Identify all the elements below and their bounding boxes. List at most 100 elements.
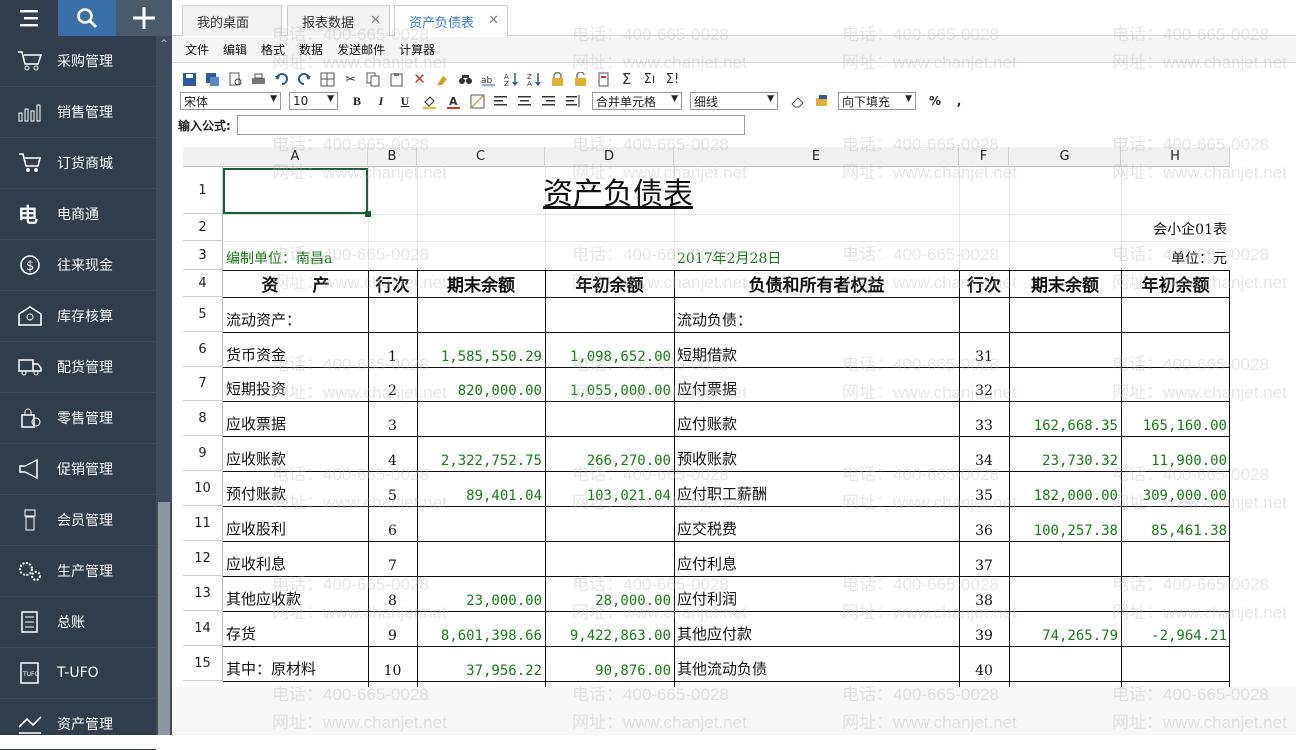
sidebar-item-12[interactable]: TUFO T-UFO [0,648,156,699]
row-header-13[interactable]: 13 [183,576,223,611]
table-cell[interactable]: 2 [368,367,417,401]
sort-ascending-icon[interactable]: AZ [502,70,521,89]
table-cell[interactable]: 37 [959,541,1009,576]
row-header-11[interactable]: 11 [183,506,223,541]
sidebar-item-6[interactable]: 配货管理 [0,342,156,393]
sidebar-item-8[interactable]: 促销管理 [0,444,156,495]
menu-calculator[interactable]: 计算器 [399,41,435,58]
table-cell[interactable]: 1,055,000.00 [545,367,674,401]
table-cell[interactable]: 流动负债： [674,297,959,332]
eraser-icon[interactable] [786,92,808,111]
underline-button[interactable]: U [394,92,416,111]
table-cell[interactable] [1121,541,1230,576]
format-painter-icon[interactable] [810,92,832,111]
scrollbar-thumb[interactable] [158,502,170,735]
table-cell[interactable]: 应收账款 [223,436,368,471]
sidebar-item-3[interactable]: 电 电商通 [0,189,156,240]
print-icon[interactable] [249,70,268,89]
sidebar-item-10[interactable]: 生产管理 [0,546,156,597]
table-cell[interactable]: 其中：原材料 [223,646,368,681]
align-right-icon[interactable] [538,92,560,111]
sidebar-item-4[interactable]: $ 往来现金 [0,240,156,291]
delete-icon[interactable]: ✕ [410,70,429,89]
column-title[interactable]: 期末余额 [1009,270,1121,297]
table-cell[interactable] [545,401,674,436]
sum-row-icon[interactable]: Σı [640,70,659,89]
fill-color-icon[interactable] [418,92,440,111]
table-cell[interactable]: 1,098,652.00 [545,332,674,367]
table-cell[interactable]: 103,021.04 [545,471,674,506]
column-header-A[interactable]: A [223,147,368,167]
lock-icon[interactable] [548,70,567,89]
row-header-2[interactable]: 2 [183,214,223,241]
sidebar-item-0[interactable]: 采购管理 [0,36,156,87]
table-cell[interactable] [1121,646,1230,681]
find-icon[interactable] [456,70,475,89]
table-cell[interactable]: 10 [368,646,417,681]
table-cell[interactable]: 8,601,398.66 [417,611,545,646]
add-button[interactable] [116,0,172,36]
sidebar-scrollbar[interactable]: ^ [156,36,172,735]
clear-format-icon[interactable] [433,70,452,89]
row-header-12[interactable]: 12 [183,541,223,576]
table-cell[interactable]: 820,000.00 [417,367,545,401]
table-cell[interactable] [1121,332,1230,367]
menu-toggle-button[interactable] [0,0,58,36]
column-header-F[interactable]: F [959,147,1009,167]
table-cell[interactable]: 90,876.00 [545,646,674,681]
form-number[interactable]: 会小企01表 [223,214,1230,241]
table-cell[interactable]: 2,322,752.75 [417,436,545,471]
sort-descending-icon[interactable]: ZA [525,70,544,89]
table-cell[interactable]: 应收利息 [223,541,368,576]
row-header-1[interactable]: 1 [183,167,223,214]
table-cell[interactable]: 5 [368,471,417,506]
table-cell[interactable]: 266,270.00 [545,436,674,471]
table-cell[interactable] [417,401,545,436]
table-cell[interactable]: 34 [959,436,1009,471]
row-header-15[interactable]: 15 [183,646,223,681]
table-cell[interactable]: 74,265.79 [1009,611,1121,646]
wrap-text-icon[interactable] [562,92,584,111]
replace-icon[interactable]: ab [479,70,498,89]
table-cell[interactable]: 89,401.04 [417,471,545,506]
row-header-10[interactable]: 10 [183,471,223,506]
table-cell[interactable] [417,506,545,541]
sidebar-item-7[interactable]: 零售管理 [0,393,156,444]
table-cell[interactable]: 应付票据 [674,367,959,401]
table-cell[interactable] [368,297,417,332]
menu-file[interactable]: 文件 [185,41,209,58]
table-cell[interactable]: 6 [368,506,417,541]
table-cell[interactable]: 9,422,863.00 [545,611,674,646]
sidebar-item-5[interactable]: 库存核算 [0,291,156,342]
table-cell[interactable]: 应付利润 [674,576,959,611]
undo-icon[interactable] [272,70,291,89]
row-header-9[interactable]: 9 [183,436,223,471]
table-cell[interactable]: 应收股利 [223,506,368,541]
percent-button[interactable]: % [924,92,946,111]
italic-button[interactable]: I [370,92,392,111]
table-cell[interactable]: 165,160.00 [1121,401,1230,436]
fill-down-select[interactable]: 向下填充 ▼ [838,92,916,110]
sidebar-item-1[interactable]: 销售管理 [0,87,156,138]
sidebar-item-13[interactable]: 资产管理 [0,699,156,750]
table-cell[interactable]: 应收票据 [223,401,368,436]
table-cell[interactable] [1009,297,1121,332]
sidebar-item-11[interactable]: 总账 [0,597,156,648]
table-cell[interactable] [1009,541,1121,576]
select-all-icon[interactable] [318,70,337,89]
font-family-select[interactable]: 宋体 ▼ [180,92,281,110]
close-icon[interactable]: ✕ [370,13,381,28]
redo-icon[interactable] [295,70,314,89]
column-header-B[interactable]: B [368,147,417,167]
table-cell[interactable]: 7 [368,541,417,576]
table-cell[interactable]: 35 [959,471,1009,506]
column-title[interactable]: 期末余额 [417,270,545,297]
align-left-icon[interactable] [490,92,512,111]
table-cell[interactable] [1121,367,1230,401]
table-cell[interactable]: 40 [959,646,1009,681]
table-cell[interactable] [545,506,674,541]
table-cell[interactable]: 309,000.00 [1121,471,1230,506]
table-cell[interactable] [1121,576,1230,611]
menu-format[interactable]: 格式 [261,41,285,58]
save-as-icon[interactable] [203,70,222,89]
